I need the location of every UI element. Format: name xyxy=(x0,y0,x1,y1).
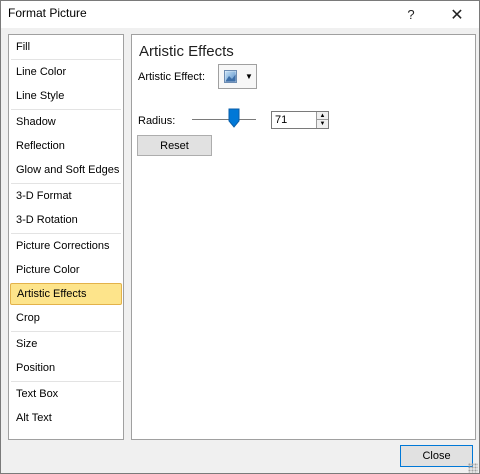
radius-input[interactable]: 71 ▲ ▼ xyxy=(271,111,329,129)
reset-button[interactable]: Reset xyxy=(137,135,212,156)
nav-item-text-box[interactable]: Text Box xyxy=(10,383,121,405)
nav-item-reflection[interactable]: Reflection xyxy=(10,135,121,157)
format-picture-dialog: Format Picture ? ✕ Fill Line Color Line … xyxy=(0,0,480,474)
nav-item-3d-rotation[interactable]: 3-D Rotation xyxy=(10,209,121,231)
nav-item-label: Alt Text xyxy=(16,412,52,424)
nav-item-label: Size xyxy=(16,338,38,350)
nav-item-label: Shadow xyxy=(16,116,56,128)
nav-item-label: Reflection xyxy=(16,140,65,152)
reset-button-label: Reset xyxy=(160,139,189,152)
nav-divider xyxy=(11,109,121,110)
panel-title: Artistic Effects xyxy=(139,43,234,60)
nav-item-picture-color[interactable]: Picture Color xyxy=(10,259,121,281)
radius-value: 71 xyxy=(275,114,288,126)
nav-item-label: Crop xyxy=(16,312,40,324)
nav-item-label: Line Style xyxy=(16,90,65,102)
chevron-down-icon: ▼ xyxy=(245,72,253,81)
nav-item-picture-corrections[interactable]: Picture Corrections xyxy=(10,235,121,257)
nav-item-fill[interactable]: Fill xyxy=(10,36,121,58)
close-button-label: Close xyxy=(422,450,451,462)
nav-item-label: 3-D Format xyxy=(16,190,72,202)
nav-item-3d-format[interactable]: 3-D Format xyxy=(10,185,121,207)
effect-preview-icon xyxy=(224,70,237,83)
nav-divider xyxy=(11,59,121,60)
nav-item-crop[interactable]: Crop xyxy=(10,307,121,329)
close-button[interactable]: Close xyxy=(400,445,473,467)
radius-slider-track[interactable] xyxy=(192,119,256,120)
nav-item-label: Artistic Effects xyxy=(17,288,87,300)
nav-item-position[interactable]: Position xyxy=(10,357,121,379)
help-button[interactable]: ? xyxy=(389,1,433,28)
artistic-effects-panel: Artistic Effects Artistic Effect: ▼ Radi… xyxy=(131,34,476,440)
nav-divider xyxy=(11,233,121,234)
nav-divider xyxy=(11,183,121,184)
spin-down-icon[interactable]: ▼ xyxy=(316,120,328,128)
category-list: Fill Line Color Line Style Shadow Reflec… xyxy=(8,34,124,440)
nav-item-glow-soft-edges[interactable]: Glow and Soft Edges xyxy=(10,159,121,181)
nav-item-alt-text[interactable]: Alt Text xyxy=(10,407,121,429)
title-bar: Format Picture ? ✕ xyxy=(1,1,479,28)
nav-item-label: Glow and Soft Edges xyxy=(16,164,120,176)
nav-item-label: Fill xyxy=(16,41,31,53)
nav-divider xyxy=(11,331,121,332)
nav-item-size[interactable]: Size xyxy=(10,333,121,355)
nav-item-label: Position xyxy=(16,362,56,374)
nav-item-label: Line Color xyxy=(16,66,67,78)
nav-item-label: Picture Corrections xyxy=(16,240,110,252)
nav-item-label: Text Box xyxy=(16,388,59,400)
nav-item-shadow[interactable]: Shadow xyxy=(10,111,121,133)
radius-label: Radius: xyxy=(138,115,176,127)
artistic-effect-label: Artistic Effect: xyxy=(138,71,206,83)
nav-item-line-color[interactable]: Line Color xyxy=(10,61,121,83)
radius-slider-thumb[interactable] xyxy=(228,108,240,128)
spin-up-icon[interactable]: ▲ xyxy=(316,112,328,120)
nav-item-label: Picture Color xyxy=(16,264,80,276)
title-close-button[interactable]: ✕ xyxy=(435,1,479,28)
dialog-title: Format Picture xyxy=(8,6,87,20)
nav-item-label: 3-D Rotation xyxy=(16,214,78,226)
nav-divider xyxy=(11,381,121,382)
resize-grip-icon[interactable] xyxy=(468,463,478,473)
nav-item-line-style[interactable]: Line Style xyxy=(10,85,121,107)
nav-item-artistic-effects[interactable]: Artistic Effects xyxy=(10,283,122,305)
artistic-effect-dropdown[interactable]: ▼ xyxy=(218,64,257,89)
